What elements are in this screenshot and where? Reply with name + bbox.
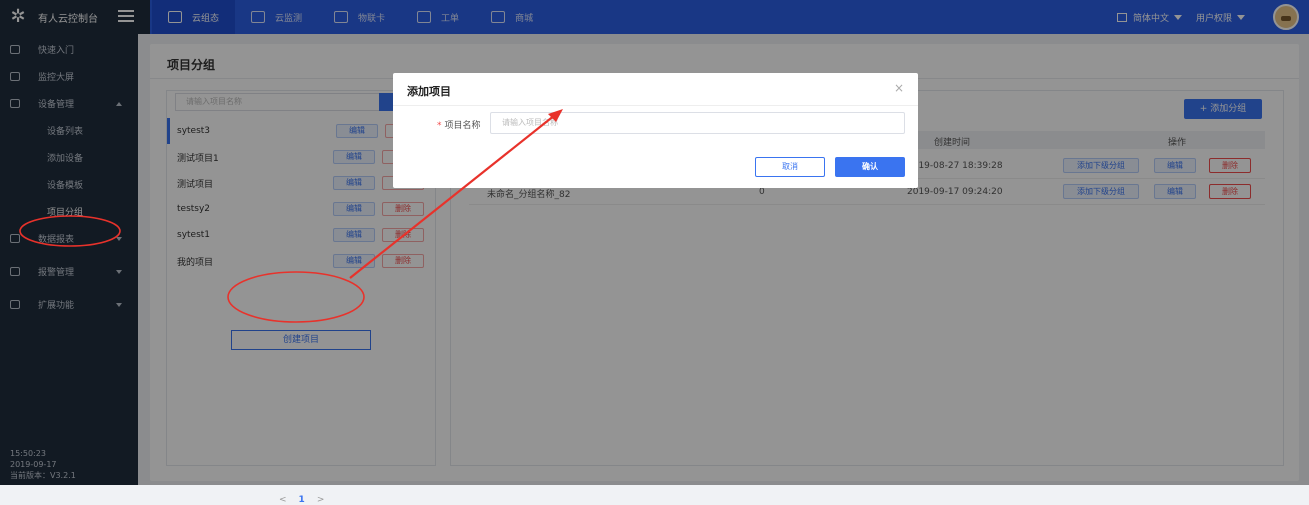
next-page-button[interactable]: > — [317, 495, 325, 505]
confirm-button[interactable]: 确认 — [835, 157, 905, 177]
current-page[interactable]: 1 — [299, 495, 305, 505]
project-name-label: * 项目名称 — [437, 121, 481, 131]
dialog-title: 添加项目 — [407, 85, 451, 98]
add-project-dialog: 添加项目 × * 项目名称 请输入项目名称 取消 确认 — [393, 73, 918, 188]
prev-page-button[interactable]: < — [279, 495, 287, 505]
pagination: < 1 > — [279, 495, 324, 505]
cancel-button[interactable]: 取消 — [755, 157, 825, 177]
project-name-input[interactable]: 请输入项目名称 — [490, 112, 905, 134]
close-icon[interactable]: × — [894, 81, 904, 95]
